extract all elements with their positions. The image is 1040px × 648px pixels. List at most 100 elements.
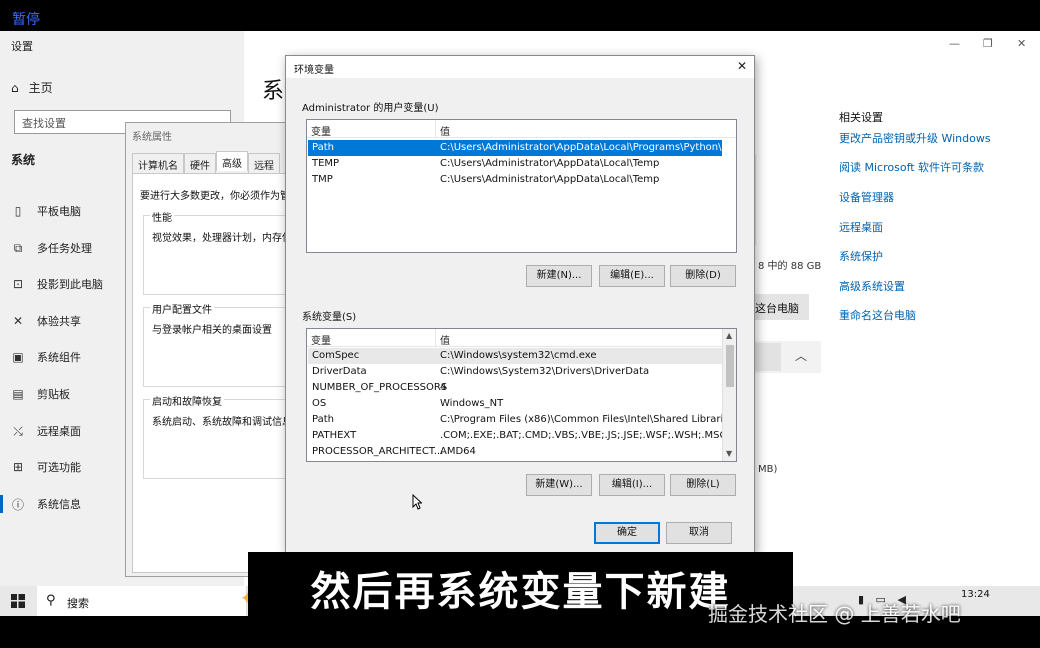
ok-button[interactable]: 确定 — [594, 522, 660, 544]
scroll-down-icon[interactable]: ▼ — [726, 449, 732, 458]
sidebar-item-home[interactable]: ⌂ 主页 — [11, 79, 53, 96]
row-value: C:\Windows\System32\Drivers\DriverData — [440, 366, 650, 377]
row-name: ComSpec — [312, 350, 360, 361]
clipboard-icon: ▤ — [12, 387, 24, 401]
tab-advanced[interactable]: 高级 — [216, 151, 248, 171]
search-icon: ⚲ — [46, 593, 56, 608]
sidebar-item-project[interactable]: ⊡ 投影到此电脑 — [11, 275, 103, 293]
row-name: Path — [312, 414, 334, 425]
user-variables-label: Administrator 的用户变量(U) — [302, 103, 439, 114]
user-new-button[interactable]: 新建(N)... — [526, 265, 592, 287]
components-icon: ▣ — [12, 350, 24, 364]
system-new-button[interactable]: 新建(W)... — [526, 474, 592, 496]
screen: 暂停 设置 ⌂ 主页 查找设置 系统 ▯ 平板电脑 ⧉ 多任务处理 ⊡ 投影到此… — [0, 0, 1040, 648]
restore-icon[interactable]: ❐ — [983, 37, 993, 50]
sidebar-home-label: 主页 — [28, 81, 53, 95]
link-license-terms[interactable]: 阅读 Microsoft 软件许可条款 — [839, 159, 984, 175]
window-title: 设置 — [11, 40, 33, 53]
table-row[interactable]: PATHEXT .COM;.EXE;.BAT;.CMD;.VBS;.VBE;.J… — [308, 428, 726, 444]
main-panel-edge — [755, 155, 823, 245]
system-edit-button[interactable]: 编辑(I)... — [599, 474, 665, 496]
link-rename-pc[interactable]: 重命名这台电脑 — [839, 307, 916, 323]
windows-start-icon[interactable] — [11, 594, 25, 608]
sidebar-item-remote-desktop[interactable]: ⤯ 远程桌面 — [11, 422, 81, 440]
column-header-variable[interactable]: 变量 — [311, 332, 331, 347]
system-delete-button[interactable]: 删除(L) — [670, 474, 736, 496]
sidebar-item-label: 体验共享 — [37, 315, 81, 328]
table-row[interactable]: NUMBER_OF_PROCESSORS 4 — [308, 380, 722, 396]
system-variables-label: 系统变量(S) — [302, 312, 357, 323]
table-row[interactable]: Path C:\Program Files (x86)\Common Files… — [308, 412, 736, 428]
sidebar-item-label: 平板电脑 — [37, 205, 81, 218]
table-row[interactable]: OS Windows_NT — [308, 396, 722, 412]
table-row[interactable]: Path C:\Users\Administrator\AppData\Loca… — [308, 140, 736, 156]
scroll-up-icon[interactable]: ▲ — [726, 331, 732, 340]
tab-bar: 计算机名 硬件 高级 远程 — [132, 151, 280, 173]
clock-time[interactable]: 13:24 — [961, 589, 990, 600]
row-name: Path — [312, 142, 334, 153]
dialog-title: 系统属性 — [132, 132, 172, 143]
dialog-title: 环境变量 — [294, 65, 334, 76]
user-edit-button[interactable]: 编辑(E)... — [599, 265, 665, 287]
home-icon: ⌂ — [11, 80, 19, 95]
sidebar-item-label: 系统组件 — [37, 351, 81, 364]
sidebar-item-optional-features[interactable]: ⊞ 可选功能 — [11, 458, 81, 476]
admin-note: 要进行大多数更改，你必须作为管 — [140, 191, 287, 202]
close-icon[interactable]: ✕ — [1017, 37, 1026, 50]
sidebar-item-label: 远程桌面 — [37, 425, 81, 438]
watermark: 掘金技术社区 @ 上善若水吧 — [708, 602, 961, 626]
user-delete-button[interactable]: 删除(D) — [670, 265, 736, 287]
chevron-up-icon[interactable]: ︿ — [795, 347, 807, 364]
group-performance — [143, 215, 286, 295]
sidebar-item-multitasking[interactable]: ⧉ 多任务处理 — [11, 239, 92, 257]
row-value: C:\Users\Administrator\AppData\Local\Pro… — [440, 142, 737, 153]
group-title: 性能 — [150, 209, 174, 224]
row-name: NUMBER_OF_PROCESSORS — [312, 382, 448, 393]
table-row[interactable]: TMP C:\Users\Administrator\AppData\Local… — [308, 172, 722, 188]
dialog-titlebar: 环境变量 ✕ — [286, 56, 754, 78]
tab-computer-name[interactable]: 计算机名 — [132, 153, 184, 173]
user-variables-list[interactable]: 变量 值 Path C:\Users\Administrator\AppData… — [306, 119, 737, 253]
link-change-product-key[interactable]: 更改产品密钥或升级 Windows — [839, 130, 991, 146]
minimize-icon[interactable]: — — [949, 37, 960, 50]
table-row[interactable]: PROCESSOR_ARCHITECT... AMD64 — [308, 444, 722, 460]
column-header-value[interactable]: 值 — [435, 120, 450, 138]
remote-icon: ⤯ — [13, 423, 23, 438]
scrollbar[interactable]: ▲ ▼ — [722, 329, 736, 461]
tab-remote[interactable]: 远程 — [248, 153, 280, 173]
sidebar-item-components[interactable]: ▣ 系统组件 — [11, 348, 81, 366]
table-row[interactable]: ComSpec C:\Windows\system32\cmd.exe — [308, 348, 722, 364]
taskbar-search-box[interactable]: ⚲ 搜索 ✦✦ — [37, 586, 269, 616]
taskbar-search-label: 搜索 — [67, 597, 89, 610]
table-row[interactable]: DriverData C:\Windows\System32\Drivers\D… — [308, 364, 722, 380]
group-text: 系统启动、系统故障和调试信息 — [152, 417, 287, 428]
row-name: PATHEXT — [312, 430, 357, 441]
group-title: 用户配置文件 — [150, 301, 214, 316]
scroll-thumb[interactable] — [726, 345, 734, 387]
tab-hardware[interactable]: 硬件 — [184, 153, 216, 173]
memory-text: 8 中的 88 GB — [758, 261, 822, 272]
link-device-manager[interactable]: 设备管理器 — [839, 189, 894, 205]
row-name: DriverData — [312, 366, 367, 377]
share-icon: ✕ — [12, 314, 24, 328]
link-remote-desktop[interactable]: 远程桌面 — [839, 219, 883, 235]
system-variables-list[interactable]: 变量 值 ComSpec C:\Windows\system32\cmd.exe… — [306, 328, 737, 462]
link-advanced-system-settings[interactable]: 高级系统设置 — [839, 278, 905, 294]
close-icon[interactable]: ✕ — [737, 59, 747, 73]
project-icon: ⊡ — [12, 277, 24, 291]
sidebar-item-label: 投影到此电脑 — [37, 278, 103, 291]
cancel-button[interactable]: 取消 — [666, 522, 732, 544]
pause-label[interactable]: 暂停 — [12, 9, 40, 29]
copy-box[interactable] — [755, 343, 781, 371]
group-text: 视觉效果，处理器计划，内存使用 — [152, 233, 287, 244]
sidebar-item-tablet[interactable]: ▯ 平板电脑 — [11, 202, 81, 220]
sidebar-item-shared-experience[interactable]: ✕ 体验共享 — [11, 312, 81, 330]
column-header-variable[interactable]: 变量 — [311, 123, 331, 138]
sidebar-item-about[interactable]: ⓘ 系统信息 — [11, 495, 81, 513]
table-row[interactable]: TEMP C:\Users\Administrator\AppData\Loca… — [308, 156, 722, 172]
sidebar-item-clipboard[interactable]: ▤ 剪贴板 — [11, 385, 70, 403]
row-value: 4 — [440, 382, 447, 393]
column-header-value[interactable]: 值 — [435, 329, 450, 347]
link-system-protection[interactable]: 系统保护 — [839, 248, 883, 264]
list-header: 变量 值 — [307, 120, 736, 138]
